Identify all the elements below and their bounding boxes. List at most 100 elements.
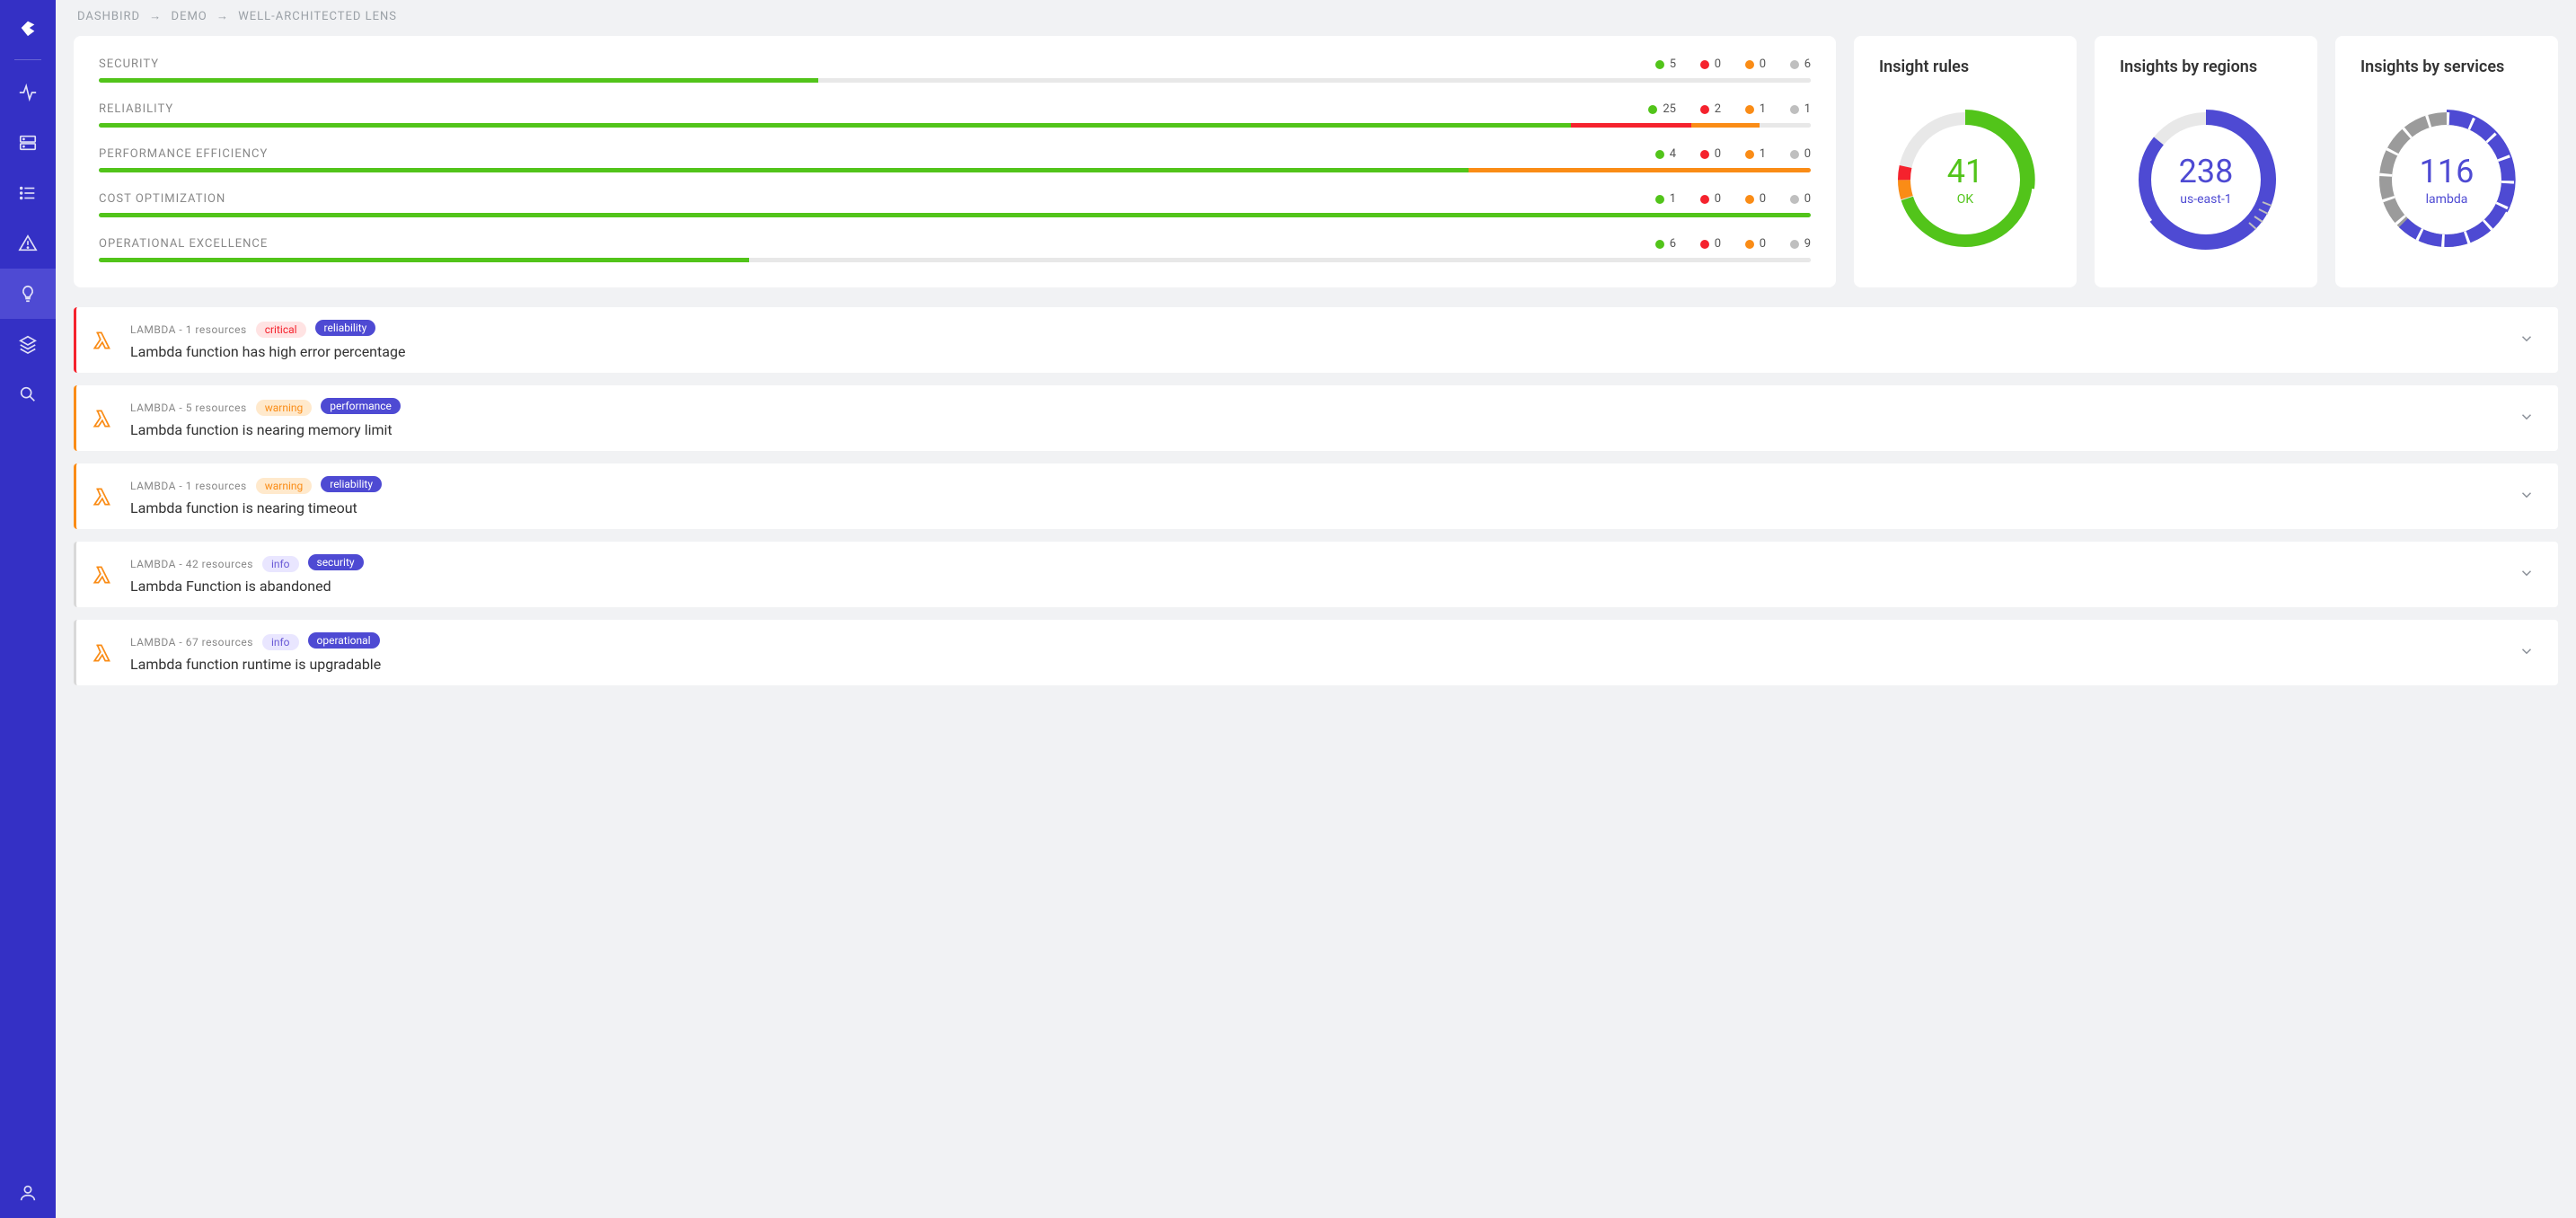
insight-row[interactable]: LAMBDA - 1 resources warning reliability… — [74, 463, 2558, 529]
card-title: Insights by regions — [2120, 57, 2292, 76]
pillar-bar — [99, 258, 1811, 262]
nav-account[interactable] — [0, 1168, 56, 1218]
pillar-chip: operational — [308, 632, 380, 649]
insight-row[interactable]: LAMBDA - 42 resources info security Lamb… — [74, 542, 2558, 607]
pillar-row[interactable]: PERFORMANCE EFFICIENCY 4 0 1 0 — [99, 147, 1811, 172]
count-critical: 2 — [1692, 102, 1721, 116]
count-info: 9 — [1782, 237, 1811, 251]
count-info: 1 — [1782, 102, 1811, 116]
breadcrumb-item[interactable]: DASHBIRD — [77, 10, 140, 23]
count-critical: 0 — [1692, 237, 1721, 251]
insights-regions-card: Insights by regions 238 us-east-1 — [2095, 36, 2317, 287]
severity-chip: critical — [256, 322, 306, 338]
pillar-row[interactable]: RELIABILITY 25 2 1 1 — [99, 102, 1811, 128]
logo[interactable] — [0, 0, 56, 56]
pillar-name: RELIABILITY — [99, 102, 173, 116]
severity-chip: info — [262, 634, 299, 650]
insight-row[interactable]: LAMBDA - 5 resources warning performance… — [74, 385, 2558, 451]
count-info: 6 — [1782, 57, 1811, 71]
alert-triangle-icon — [18, 234, 38, 253]
gauge-sub: OK — [1947, 192, 1983, 207]
gauge-value: 238 — [2179, 153, 2234, 190]
lambda-icon — [76, 641, 130, 665]
lightbulb-icon — [18, 284, 38, 304]
pillars-card: SECURITY 5 0 0 6 RELIABILITY 25 2 1 1 — [74, 36, 1836, 287]
count-warning: 0 — [1737, 192, 1766, 206]
card-title: Insights by services — [2360, 57, 2533, 76]
gauge-value: 41 — [1947, 153, 1983, 190]
main-content: DASHBIRD → DEMO → WELL-ARCHITECTED LENS … — [56, 0, 2576, 1218]
count-warning: 0 — [1737, 57, 1766, 71]
count-info: 0 — [1782, 147, 1811, 161]
count-warning: 1 — [1737, 102, 1766, 116]
pillar-name: OPERATIONAL EXCELLENCE — [99, 237, 268, 251]
lambda-icon — [76, 407, 130, 430]
insight-service: LAMBDA - 1 resources — [130, 480, 247, 492]
pillar-chip: security — [308, 554, 364, 570]
pillar-bar — [99, 123, 1811, 128]
chevron-down-icon[interactable] — [2519, 565, 2540, 585]
count-ok: 5 — [1647, 57, 1676, 71]
user-icon — [18, 1183, 38, 1203]
pillar-row[interactable]: COST OPTIMIZATION 1 0 0 0 — [99, 192, 1811, 217]
server-icon — [18, 133, 38, 153]
insight-service: LAMBDA - 1 resources — [130, 323, 247, 336]
count-ok: 25 — [1647, 102, 1676, 116]
nav-layers[interactable] — [0, 319, 56, 369]
severity-chip: warning — [256, 400, 313, 416]
breadcrumb-item[interactable]: DEMO — [172, 10, 207, 23]
count-critical: 0 — [1692, 192, 1721, 206]
count-warning: 0 — [1737, 237, 1766, 251]
insight-title: Lambda Function is abandoned — [130, 578, 2519, 595]
pillar-name: SECURITY — [99, 57, 159, 71]
gauge-sub: us-east-1 — [2179, 192, 2234, 207]
lambda-icon — [76, 329, 130, 352]
insight-row[interactable]: LAMBDA - 67 resources info operational L… — [74, 620, 2558, 685]
count-ok: 4 — [1647, 147, 1676, 161]
count-info: 0 — [1782, 192, 1811, 206]
pillar-chip: performance — [321, 398, 401, 414]
insight-rules-card: Insight rules 41 OK — [1854, 36, 2077, 287]
chevron-down-icon[interactable] — [2519, 331, 2540, 350]
breadcrumb: DASHBIRD → DEMO → WELL-ARCHITECTED LENS — [74, 0, 2558, 36]
breadcrumb-item: WELL-ARCHITECTED LENS — [238, 10, 397, 23]
insight-row[interactable]: LAMBDA - 1 resources critical reliabilit… — [74, 307, 2558, 373]
lambda-icon — [76, 563, 130, 587]
pillar-row[interactable]: SECURITY 5 0 0 6 — [99, 57, 1811, 83]
nav-activity[interactable] — [0, 67, 56, 118]
nav-list[interactable] — [0, 168, 56, 218]
chevron-down-icon[interactable] — [2519, 643, 2540, 663]
pillar-chip: reliability — [321, 476, 382, 492]
nav-alerts[interactable] — [0, 218, 56, 269]
pillar-row[interactable]: OPERATIONAL EXCELLENCE 6 0 0 9 — [99, 237, 1811, 262]
insight-title: Lambda function runtime is upgradable — [130, 656, 2519, 673]
severity-chip: warning — [256, 478, 313, 494]
pillar-bar — [99, 78, 1811, 83]
nav-insights[interactable] — [0, 269, 56, 319]
sidebar-divider — [14, 59, 41, 60]
pillar-name: COST OPTIMIZATION — [99, 192, 225, 206]
insight-service: LAMBDA - 5 resources — [130, 402, 247, 414]
activity-icon — [18, 83, 38, 102]
layers-icon — [18, 334, 38, 354]
nav-inventory[interactable] — [0, 118, 56, 168]
gauge-sub: lambda — [2420, 192, 2475, 207]
gauge-value: 116 — [2420, 153, 2475, 190]
insight-title: Lambda function is nearing memory limit — [130, 421, 2519, 438]
pillar-chip: reliability — [315, 320, 376, 336]
insight-title: Lambda function is nearing timeout — [130, 499, 2519, 516]
pillar-bar — [99, 213, 1811, 217]
nav-search[interactable] — [0, 369, 56, 419]
insight-service: LAMBDA - 67 resources — [130, 636, 253, 649]
pillar-bar — [99, 168, 1811, 172]
insight-title: Lambda function has high error percentag… — [130, 343, 2519, 360]
count-warning: 1 — [1737, 147, 1766, 161]
count-critical: 0 — [1692, 147, 1721, 161]
lambda-icon — [76, 485, 130, 508]
chevron-down-icon[interactable] — [2519, 409, 2540, 428]
dashbird-logo-icon — [18, 18, 38, 38]
chevron-down-icon[interactable] — [2519, 487, 2540, 507]
count-ok: 1 — [1647, 192, 1676, 206]
pillar-name: PERFORMANCE EFFICIENCY — [99, 147, 268, 161]
count-critical: 0 — [1692, 57, 1721, 71]
